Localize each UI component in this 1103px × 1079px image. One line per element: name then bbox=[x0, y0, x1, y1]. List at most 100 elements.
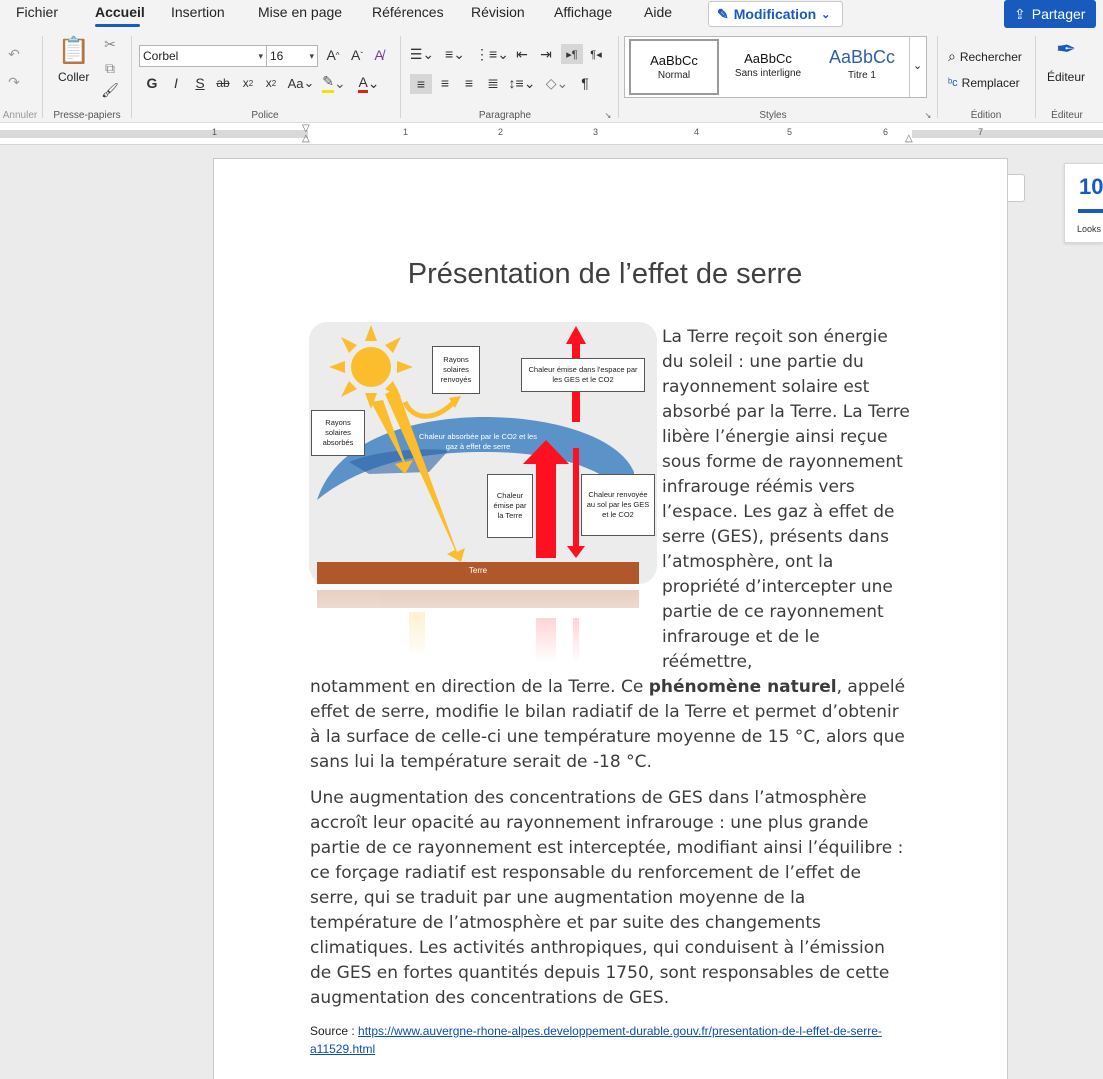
align-right-icon[interactable]: ≡ bbox=[460, 75, 478, 91]
font-size-value: 16 bbox=[270, 49, 284, 63]
diagram-label-absorbed: Rayons solaires absorbés bbox=[311, 410, 365, 456]
subscript-icon[interactable]: x2 bbox=[240, 75, 256, 91]
looks-bar bbox=[1078, 209, 1103, 213]
diagram-label-heat-space: Chaleur émise dans l'espace par les GES … bbox=[521, 358, 645, 392]
separator bbox=[42, 36, 43, 118]
bullets-icon[interactable]: ☰⌄ bbox=[410, 46, 434, 62]
font-color-icon[interactable]: A ⌄ bbox=[354, 74, 384, 93]
style-normal[interactable]: AaBbCc Normal bbox=[629, 39, 719, 95]
copy-icon[interactable]: ⧉ bbox=[102, 60, 118, 76]
rtl-icon[interactable]: ¶◂ bbox=[587, 46, 605, 62]
increase-indent-icon[interactable]: ⇥ bbox=[537, 46, 555, 62]
multilevel-list-icon[interactable]: ⋮≡⌄ bbox=[475, 46, 509, 62]
underline-icon[interactable]: S bbox=[192, 75, 208, 91]
redo-icon[interactable]: ↷ bbox=[6, 74, 22, 90]
diagram-label-heat-earth: Chaleur émise par la Terre bbox=[487, 474, 533, 538]
ruler: 1 1 2 3 4 5 6 7 ▽ △ △ bbox=[0, 123, 1103, 145]
ruler-number: 6 bbox=[883, 127, 889, 137]
ruler-number: 5 bbox=[787, 127, 793, 137]
document-title[interactable]: Présentation de l’effet de serre bbox=[305, 258, 905, 291]
search-label: Rechercher bbox=[959, 49, 1022, 64]
shading-icon[interactable]: ◇⌄ bbox=[543, 75, 571, 91]
change-case-button[interactable]: Aa ⌄ bbox=[286, 75, 316, 91]
menu-affichage[interactable]: Affichage bbox=[554, 4, 612, 20]
chevron-down-icon: ⌄ bbox=[821, 8, 831, 21]
shrink-font-icon[interactable]: Aˇ bbox=[348, 46, 366, 64]
page-side-tab bbox=[1008, 174, 1025, 202]
styles-group-label: Styles bbox=[759, 110, 787, 121]
paragraph-1-wrapped[interactable]: La Terre reçoit son énergie du soleil : … bbox=[662, 325, 912, 675]
replace-button[interactable]: ᵇc Remplacer bbox=[948, 76, 1020, 90]
ruler-right-margin bbox=[912, 130, 1103, 138]
looks-label: Looks bbox=[1077, 224, 1102, 234]
style-sample: AaBbCc bbox=[828, 47, 896, 67]
grow-font-icon[interactable]: A ^ bbox=[324, 46, 342, 64]
style-sans-interligne[interactable]: AaBbCc Sans interligne bbox=[723, 39, 813, 95]
p1-text-before: notamment en direction de la Terre. Ce bbox=[310, 677, 649, 697]
style-titre-1[interactable]: AaBbCc Titre 1 bbox=[817, 39, 907, 95]
editor-icon[interactable]: ✒ bbox=[1052, 34, 1080, 64]
paste-icon[interactable]: 📋 bbox=[58, 34, 90, 66]
menu-references[interactable]: Références bbox=[372, 4, 444, 20]
paragraph-1-continued[interactable]: notamment en direction de la Terre. Ce p… bbox=[310, 675, 910, 775]
active-tab-indicator bbox=[95, 24, 140, 27]
greenhouse-effect-diagram[interactable]: Rayons solaires renvoyés Rayons solaires… bbox=[309, 322, 657, 662]
strikethrough-icon[interactable]: ab bbox=[214, 75, 232, 91]
ruler-number: 4 bbox=[694, 127, 700, 137]
editor-group-label: Éditeur bbox=[1051, 110, 1083, 121]
menu-insertion[interactable]: Insertion bbox=[171, 4, 225, 20]
align-center-icon[interactable]: ≡ bbox=[436, 75, 454, 91]
editor-label[interactable]: Éditeur bbox=[1047, 70, 1085, 84]
share-button[interactable]: ⇪ Partager bbox=[1004, 0, 1096, 28]
clear-formatting-icon[interactable]: A̸ bbox=[370, 46, 388, 64]
menu-mise-en-page[interactable]: Mise en page bbox=[258, 4, 342, 20]
numbering-icon[interactable]: ≡⌄ bbox=[443, 46, 467, 62]
chevron-down-icon: ▾ bbox=[258, 51, 263, 61]
ruler-number: 3 bbox=[593, 127, 599, 137]
paragraph-group-label: Paragraphe bbox=[478, 110, 532, 121]
font-name-value: Corbel bbox=[143, 49, 179, 63]
editing-mode-button[interactable]: ✎ Modification ⌄ bbox=[708, 1, 843, 27]
cut-icon[interactable]: ✂ bbox=[102, 36, 118, 52]
menu-revision[interactable]: Révision bbox=[471, 4, 525, 20]
edition-group-label: Édition bbox=[970, 110, 1002, 121]
right-indent-marker[interactable]: △ bbox=[905, 133, 913, 144]
style-name: Normal bbox=[657, 70, 691, 81]
styles-launcher-icon[interactable]: ↘ bbox=[924, 111, 932, 120]
paragraph-launcher-icon[interactable]: ↘ bbox=[604, 111, 612, 120]
styles-expand-button[interactable]: ⌄ bbox=[909, 37, 926, 97]
separator bbox=[937, 36, 938, 118]
italic-icon[interactable]: I bbox=[168, 75, 184, 91]
separator bbox=[400, 36, 401, 118]
search-button[interactable]: ⌕ Rechercher bbox=[948, 48, 1022, 65]
diagram-label-heat-returned: Chaleur renvoyée au sol par les GES et l… bbox=[581, 474, 655, 536]
menu-aide[interactable]: Aide bbox=[644, 4, 672, 20]
highlight-icon[interactable]: ✎ ⌄ bbox=[320, 73, 348, 93]
bold-icon[interactable]: G bbox=[144, 75, 160, 91]
ruler-number: 2 bbox=[498, 127, 504, 137]
ltr-icon[interactable]: ▸¶ bbox=[561, 44, 583, 64]
line-spacing-icon[interactable]: ↕≡⌄ bbox=[508, 75, 536, 91]
show-marks-icon[interactable]: ¶ bbox=[576, 75, 594, 91]
undo-icon[interactable]: ↶ bbox=[6, 46, 22, 62]
format-painter-icon[interactable]: 🖌 bbox=[101, 82, 119, 98]
font-name-select[interactable]: Corbel ▾ bbox=[139, 45, 267, 67]
diagram-label-ground: Terre bbox=[468, 566, 488, 575]
font-size-select[interactable]: 16 ▾ bbox=[266, 45, 318, 67]
looks-panel[interactable]: 10 Looks bbox=[1064, 163, 1103, 243]
justify-icon[interactable]: ≣ bbox=[484, 75, 502, 91]
ribbon: ↶ ↷ Annuler 📋 Coller ✂ ⧉ 🖌 Presse-papier… bbox=[0, 30, 1103, 123]
undo-group-label: Annuler bbox=[2, 110, 38, 121]
source-link[interactable]: https://www.auvergne-rhone-alpes.develop… bbox=[310, 1024, 882, 1056]
superscript-icon[interactable]: x2 bbox=[263, 75, 279, 91]
align-left-icon[interactable]: ≡ bbox=[410, 74, 432, 94]
decrease-indent-icon[interactable]: ⇤ bbox=[513, 46, 531, 62]
source-label: Source : bbox=[310, 1024, 359, 1038]
font-group-label: Police bbox=[251, 110, 279, 121]
paste-label[interactable]: Coller bbox=[58, 70, 89, 84]
styles-gallery: AaBbCc Normal AaBbCc Sans interligne AaB… bbox=[624, 36, 927, 98]
left-indent-marker[interactable]: △ bbox=[302, 133, 310, 144]
menu-fichier[interactable]: Fichier bbox=[16, 4, 58, 20]
menu-accueil[interactable]: Accueil bbox=[95, 4, 145, 20]
paragraph-2[interactable]: Une augmentation des concentrations de G… bbox=[310, 786, 910, 1011]
